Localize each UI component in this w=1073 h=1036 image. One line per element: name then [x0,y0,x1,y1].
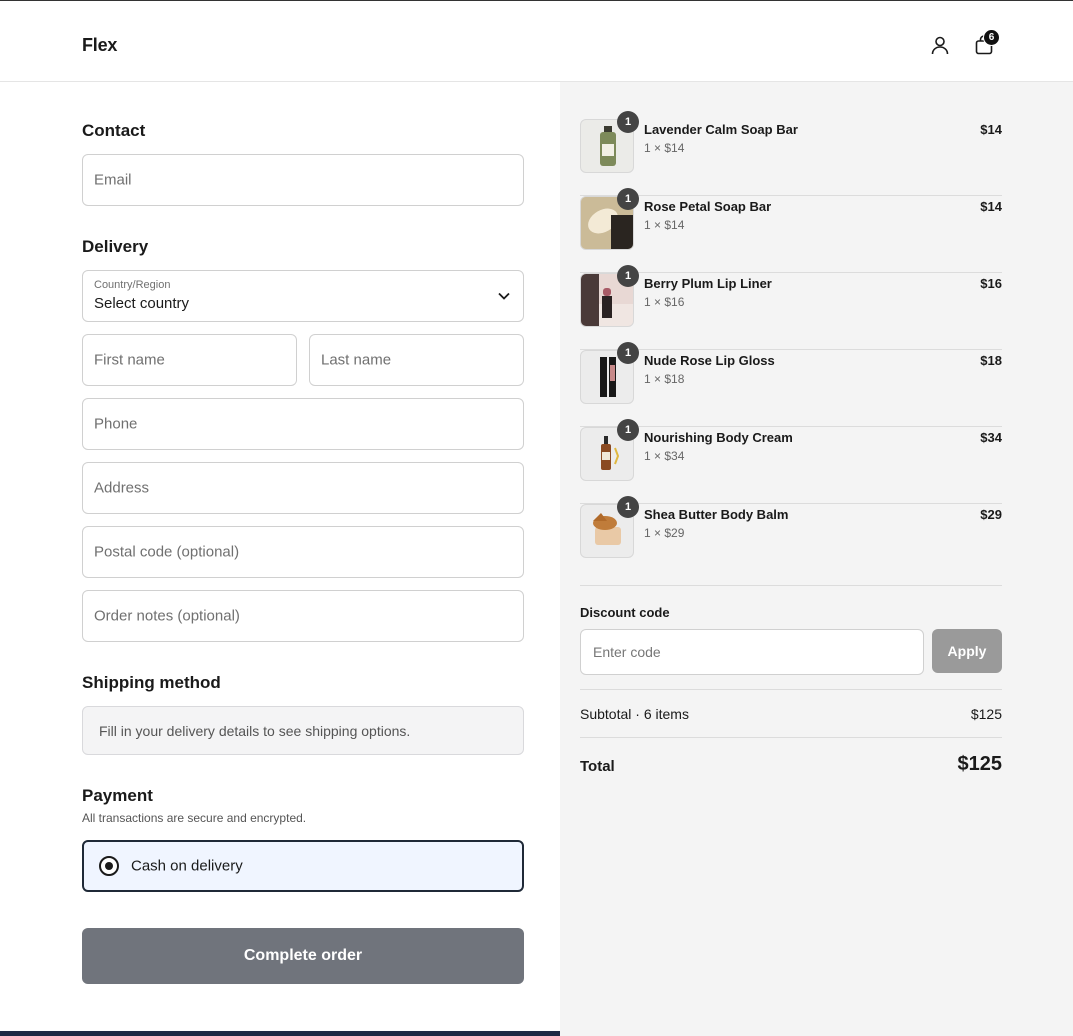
order-notes-placeholder: Order notes (optional) [94,607,240,625]
item-quantity-badge: 1 [617,111,639,133]
postal-code-placeholder: Postal code (optional) [94,543,240,561]
item-quantity-badge: 1 [617,419,639,441]
cart-item: 1 Berry Plum Lip Liner 1 × $16 $16 [580,265,1002,350]
last-name-field[interactable]: Last name [309,334,524,386]
complete-order-button[interactable]: Complete order [82,928,524,984]
postal-code-field[interactable]: Postal code (optional) [82,526,524,578]
summary-divider [580,585,1002,586]
country-value: Select country [94,295,190,312]
item-name: Nourishing Body Cream [644,430,793,445]
item-unit-price: 1 × $14 [644,141,685,155]
item-quantity-badge: 1 [617,342,639,364]
summary-divider [580,737,1002,738]
email-field[interactable]: Email [82,154,524,206]
item-unit-price: 1 × $14 [644,218,685,232]
last-name-placeholder: Last name [321,351,392,369]
account-icon[interactable] [928,33,952,57]
item-quantity-badge: 1 [617,265,639,287]
first-name-placeholder: First name [94,351,165,369]
item-name: Rose Petal Soap Bar [644,199,772,214]
item-price: $16 [980,276,1002,291]
shipping-info-box: Fill in your delivery details to see shi… [82,706,524,755]
item-unit-price: 1 × $18 [644,372,685,386]
discount-code-input[interactable]: Enter code [580,629,924,675]
item-price: $18 [980,353,1002,368]
order-notes-field[interactable]: Order notes (optional) [82,590,524,642]
payment-heading: Payment [82,786,153,805]
item-name: Shea Butter Body Balm [644,507,789,522]
item-price: $14 [980,122,1002,137]
delivery-heading: Delivery [82,237,149,256]
country-select[interactable]: Country/Region Select country [82,270,524,322]
address-placeholder: Address [94,479,150,497]
site-header: Flex 6 [0,1,1073,82]
item-price: $14 [980,199,1002,214]
item-name: Lavender Calm Soap Bar [644,122,798,137]
item-name: Nude Rose Lip Gloss [644,353,775,368]
phone-placeholder: Phone [94,415,138,433]
chevron-down-icon [497,289,511,308]
item-quantity-badge: 1 [617,188,639,210]
cart-item: 1 Nude Rose Lip Gloss 1 × $18 $18 [580,342,1002,427]
payment-option-cod[interactable]: Cash on delivery [82,840,524,892]
bottom-edge-bar [0,1031,560,1036]
country-label: Country/Region [94,279,171,291]
item-quantity-badge: 1 [617,496,639,518]
shipping-info-text: Fill in your delivery details to see shi… [99,722,411,739]
contact-heading: Contact [82,121,146,140]
total-value: $125 [957,753,1003,775]
item-unit-price: 1 × $16 [644,295,685,309]
store-logo[interactable]: Flex [82,35,117,56]
item-unit-price: 1 × $34 [644,449,685,463]
cart-item: 1 Lavender Calm Soap Bar 1 × $14 $14 [580,111,1002,196]
cart-item: 1 Rose Petal Soap Bar 1 × $14 $14 [580,188,1002,273]
shipping-method-heading: Shipping method [82,673,221,692]
email-placeholder: Email [94,171,132,189]
payment-option-label: Cash on delivery [131,857,243,875]
item-name: Berry Plum Lip Liner [644,276,772,291]
item-unit-price: 1 × $29 [644,526,685,540]
discount-code-label: Discount code [580,605,670,620]
cart-count-badge: 6 [983,29,1000,46]
discount-code-placeholder: Enter code [593,644,661,660]
item-price: $29 [980,507,1002,522]
payment-subtitle: All transactions are secure and encrypte… [82,811,307,825]
address-field[interactable]: Address [82,462,524,514]
summary-divider [580,689,1002,690]
item-price: $34 [980,430,1002,445]
total-label: Total [580,758,615,775]
phone-field[interactable]: Phone [82,398,524,450]
radio-selected-icon[interactable] [99,856,119,876]
cart-item: 1 Shea Butter Body Balm 1 × $29 $29 [580,496,1002,581]
subtotal-label: Subtotal · 6 items [580,706,689,722]
subtotal-value: $125 [970,706,1002,722]
first-name-field[interactable]: First name [82,334,297,386]
cart-item: 1 Nourishing Body Cream 1 × $34 $34 [580,419,1002,504]
apply-discount-button[interactable]: Apply [932,629,1002,673]
